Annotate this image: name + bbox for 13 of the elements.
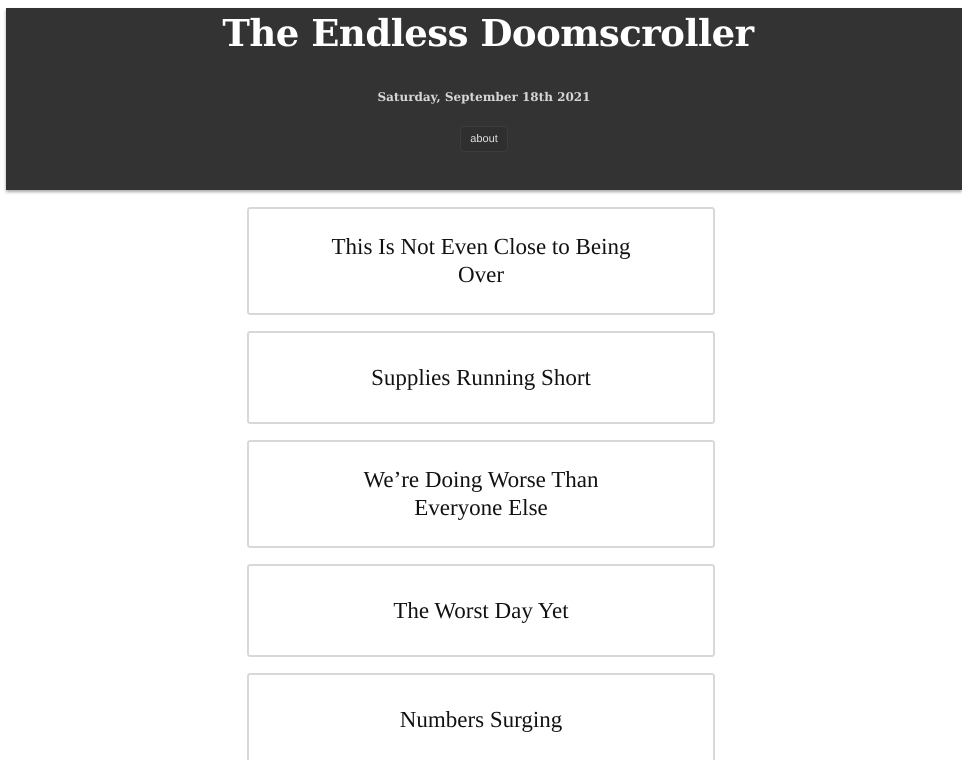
headline-text: Supplies Running Short <box>371 364 591 392</box>
date-text: Saturday, September 18th 2021 <box>377 90 590 104</box>
headline-text: Numbers Surging <box>400 706 562 734</box>
site-title: The Endless Doomscroller <box>222 10 754 56</box>
headline-card[interactable]: This Is Not Even Close to Being Over <box>247 207 715 315</box>
headline-card[interactable]: The Worst Day Yet <box>247 564 715 657</box>
headline-card[interactable]: Supplies Running Short <box>247 331 715 424</box>
headline-text: We’re Doing Worse Than Everyone Else <box>362 466 600 522</box>
about-button[interactable]: about <box>460 126 508 152</box>
headline-card[interactable]: We’re Doing Worse Than Everyone Else <box>247 440 715 548</box>
headline-card[interactable]: Numbers Surging <box>247 673 715 760</box>
headline-text: This Is Not Even Close to Being Over <box>330 233 632 289</box>
headline-text: The Worst Day Yet <box>393 596 569 624</box>
